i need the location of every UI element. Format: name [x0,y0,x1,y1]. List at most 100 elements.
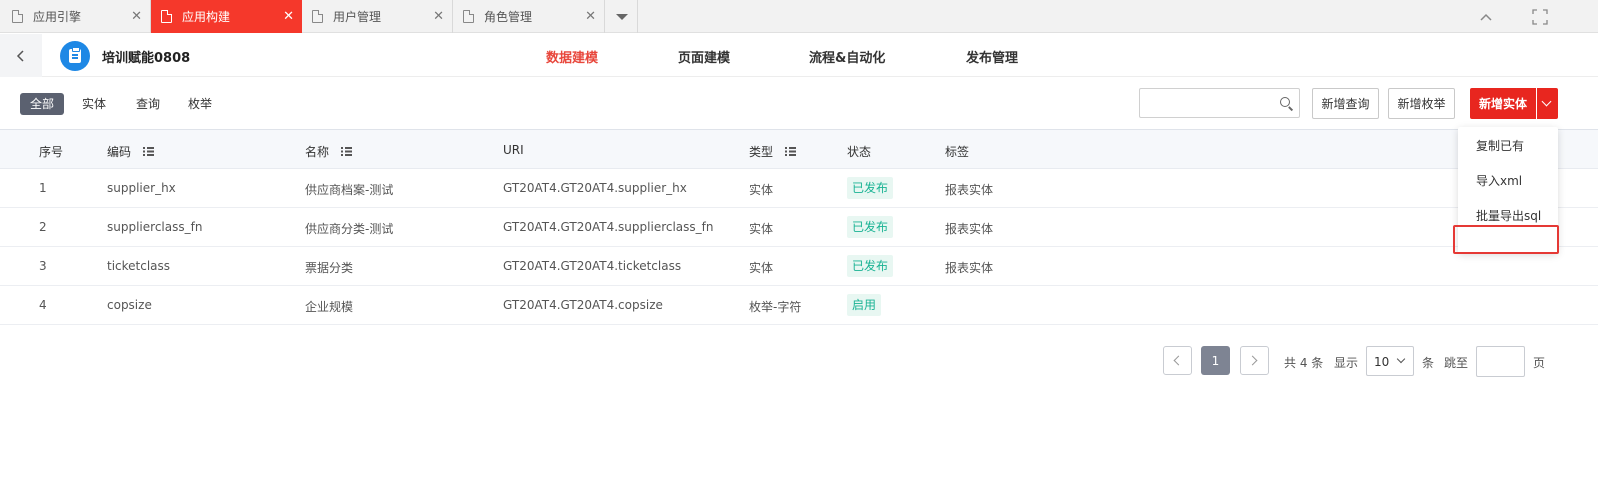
close-icon[interactable]: ✕ [433,9,444,24]
document-icon [463,10,474,23]
cell-type: 枚举-字符 [749,300,802,314]
collapse-button[interactable] [1466,0,1506,33]
tab-app-build[interactable]: 应用构建 ✕ [151,0,302,33]
close-icon[interactable]: ✕ [283,9,294,24]
cell-index: 4 [39,298,47,312]
document-icon [312,10,323,23]
chevron-left-icon [1173,355,1184,366]
tab-app-engine[interactable]: 应用引擎 ✕ [0,0,151,33]
tab-role-management[interactable]: 角色管理 ✕ [453,0,605,33]
nav-data-modeling[interactable]: 数据建模 [546,47,598,66]
tab-user-management[interactable]: 用户管理 ✕ [302,0,453,33]
caret-down-icon [616,14,628,20]
tab-label: 用户管理 [333,10,382,24]
tab-label: 应用构建 [182,10,231,24]
menu-item-copy-existing[interactable]: 复制已有 [1476,137,1524,154]
search-icon[interactable] [1280,97,1290,107]
cell-name: 供应商档案-测试 [305,183,394,197]
cell-code: supplier_hx [107,181,176,195]
nav-flow-automation[interactable]: 流程&自动化 [809,47,885,66]
tab-bar: 应用引擎 ✕ 应用构建 ✕ 用户管理 ✕ 角色管理 ✕ [0,0,1598,33]
cell-code: supplierclass_fn [107,220,203,234]
close-icon[interactable]: ✕ [131,9,142,24]
fullscreen-button[interactable] [1520,0,1560,33]
page-unit-label: 页 [1533,356,1546,370]
new-enum-button[interactable]: 新增枚举 [1388,88,1455,119]
document-icon [12,10,23,23]
chevron-left-icon [16,49,24,62]
new-entity-dropdown-toggle[interactable] [1537,88,1558,119]
cell-index: 3 [39,259,47,273]
filter-enum[interactable]: 枚举 [178,93,222,115]
cell-uri: GT20AT4.GT20AT4.supplierclass_fn [503,220,714,234]
column-filter-icon[interactable] [341,147,353,156]
tab-more-button[interactable] [605,0,638,33]
nav-publish-management[interactable]: 发布管理 [966,47,1018,66]
jump-label: 跳至 [1444,356,1469,370]
new-query-button[interactable]: 新增查询 [1312,88,1379,119]
column-filter-icon[interactable] [785,147,797,156]
chevron-down-icon [1396,354,1406,364]
status-badge: 启用 [847,294,882,316]
column-index: 序号 [39,145,64,159]
filter-entity[interactable]: 实体 [72,93,116,115]
tab-label: 角色管理 [484,10,533,24]
cell-name: 票据分类 [305,261,354,275]
column-uri: URI [503,143,524,157]
table-header: 序号 编码 名称 URI 类型 状态 标签 [0,129,1598,169]
column-name: 名称 [305,143,353,160]
status-badge: 已发布 [847,216,894,238]
cell-tags: 报表实体 [945,183,994,197]
nav-page-modeling[interactable]: 页面建模 [678,47,730,66]
new-entity-button[interactable]: 新增实体 [1470,88,1536,119]
cell-index: 2 [39,220,47,234]
next-page-button[interactable] [1240,346,1269,375]
search-input[interactable] [1139,88,1300,118]
table-row[interactable]: 4 copsize 企业规模 GT20AT4.GT20AT4.copsize 枚… [0,286,1598,325]
app-title: 培训赋能0808 [102,51,191,66]
cell-type: 实体 [749,261,774,275]
cell-type: 实体 [749,183,774,197]
status-badge: 已发布 [847,255,894,277]
cell-name: 企业规模 [305,300,354,314]
table-row[interactable]: 2 supplierclass_fn 供应商分类-测试 GT20AT4.GT20… [0,208,1598,247]
cell-uri: GT20AT4.GT20AT4.ticketclass [503,259,682,273]
document-icon [161,10,172,23]
highlight-box [1453,225,1559,254]
app-header: 培训赋能0808 数据建模 页面建模 流程&自动化 发布管理 [0,34,1598,77]
cell-tags: 报表实体 [945,261,994,275]
total-count: 共 4 条 [1284,356,1324,370]
table-row[interactable]: 3 ticketclass 票据分类 GT20AT4.GT20AT4.ticke… [0,247,1598,286]
cell-uri: GT20AT4.GT20AT4.copsize [503,298,663,312]
column-status: 状态 [847,145,872,159]
page-size-select[interactable]: 10 [1366,346,1414,376]
cell-code: ticketclass [107,259,171,273]
chevron-right-icon [1247,355,1258,366]
table-row[interactable]: 1 supplier_hx 供应商档案-测试 GT20AT4.GT20AT4.s… [0,169,1598,208]
close-icon[interactable]: ✕ [585,9,596,24]
column-tags: 标签 [945,145,970,159]
page-size-label: 显示 [1334,356,1359,370]
column-filter-icon[interactable] [143,147,155,156]
cell-uri: GT20AT4.GT20AT4.supplier_hx [503,181,687,195]
prev-page-button[interactable] [1163,346,1192,375]
status-badge: 已发布 [847,177,894,199]
jump-page-input[interactable] [1476,346,1525,377]
tab-label: 应用引擎 [33,10,82,24]
page-size-value: 10 [1374,355,1390,369]
filter-all[interactable]: 全部 [20,93,65,115]
column-code: 编码 [107,143,155,160]
cell-tags: 报表实体 [945,222,994,236]
fullscreen-icon [1532,8,1548,25]
page-number-current[interactable]: 1 [1201,346,1230,375]
back-button[interactable] [0,34,42,77]
page-size-unit: 条 [1422,356,1435,370]
column-type: 类型 [749,143,797,160]
cell-code: copsize [107,298,152,312]
menu-item-import-xml[interactable]: 导入xml [1476,172,1522,189]
app-logo-icon [60,41,90,71]
cell-type: 实体 [749,222,774,236]
menu-item-batch-export-sql[interactable]: 批量导出sql [1476,207,1541,224]
filter-query[interactable]: 查询 [126,93,170,115]
cell-name: 供应商分类-测试 [305,222,394,236]
